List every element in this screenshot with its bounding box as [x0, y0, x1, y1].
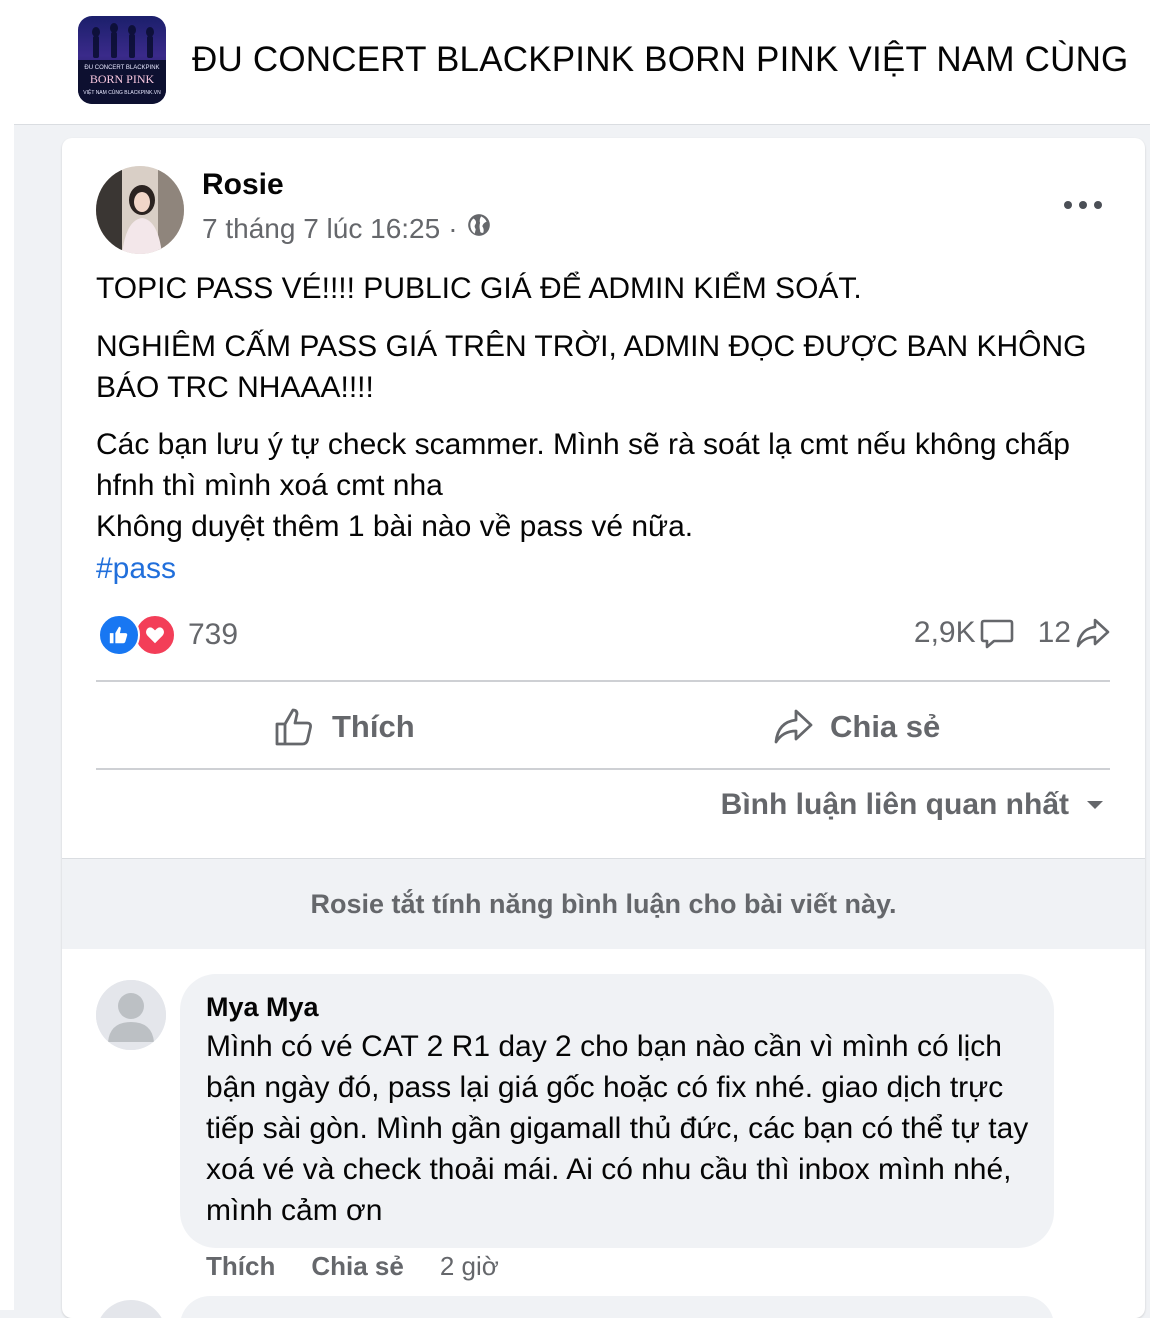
thumb-line-3: VIỆT NAM CÙNG BLACKPINK.VN [83, 88, 161, 96]
like-button-label: Thích [332, 709, 415, 744]
comment-text: Mình có vé CAT 2 R1 day 2 cho bạn nào cầ… [206, 1030, 1029, 1227]
page-left-margin [0, 0, 14, 1310]
post-paragraph-3-line-1: Các bạn lưu ý tự check scammer. Mình sẽ … [96, 428, 1070, 502]
like-button[interactable]: Thích [274, 698, 415, 756]
post-card: Rosie 7 tháng 7 lúc 16:25 · TOPIC PASS V… [62, 138, 1145, 1318]
thumbs-up-icon [275, 708, 312, 746]
next-commenter-avatar[interactable] [96, 1300, 166, 1318]
post-timestamp[interactable]: 7 tháng 7 lúc 16:25 [202, 213, 440, 245]
divider-bottom [96, 768, 1110, 770]
comment-like-button[interactable]: Thích [206, 1251, 275, 1282]
thumb-line-1: ĐU CONCERT BLACKPINK [84, 65, 159, 71]
comment-time[interactable]: 2 giờ [440, 1251, 499, 1282]
comment-count[interactable]: 2,9K [914, 616, 1014, 650]
commenter-avatar[interactable] [96, 980, 166, 1050]
comments-disabled-notice: Rosie tắt tính năng bình luận cho bài vi… [62, 858, 1145, 949]
share-count-value: 12 [1037, 616, 1071, 649]
love-reaction-icon [134, 614, 176, 656]
post-meta: 7 tháng 7 lúc 16:25 · [202, 212, 492, 245]
post-paragraph-3: Các bạn lưu ý tự check scammer. Mình sẽ … [96, 424, 1106, 547]
reactions-summary[interactable]: 739 [98, 614, 238, 656]
comment-sort-label: Bình luận liên quan nhất [720, 788, 1069, 821]
more-options-button[interactable] [1061, 190, 1105, 220]
share-button[interactable]: Chia sẻ [772, 698, 940, 756]
author-avatar-photo [96, 166, 184, 254]
comment-share-button[interactable]: Chia sẻ [311, 1251, 404, 1282]
comment-author-name[interactable]: Mya Mya [206, 992, 319, 1023]
caret-down-icon [1087, 801, 1103, 809]
group-title[interactable]: ĐU CONCERT BLACKPINK BORN PINK VIỆT NAM … [192, 40, 1128, 80]
share-arrow-icon [774, 709, 813, 744]
comment-icon [980, 619, 1013, 649]
reaction-count: 739 [188, 618, 239, 651]
globe-icon[interactable] [466, 212, 492, 245]
post-paragraph-1: TOPIC PASS VÉ!!!! PUBLIC GIÁ ĐỂ ADMIN KI… [96, 272, 862, 305]
share-count[interactable]: 12 [1038, 616, 1111, 650]
engagement-stats: 2,9K 12 [914, 616, 1111, 650]
comment-sort-dropdown[interactable]: Bình luận liên quan nhất [721, 788, 1105, 822]
thumb-line-2: BORN PINK [90, 72, 155, 86]
default-user-icon [96, 980, 166, 1050]
next-comment-bubble [180, 1296, 1054, 1318]
comment-count-value: 2,9K [913, 616, 976, 649]
author-avatar[interactable] [96, 166, 184, 254]
group-thumbnail[interactable]: ĐU CONCERT BLACKPINK BORN PINK VIỆT NAM … [78, 16, 166, 104]
comment-bubble: Mya Mya Mình có vé CAT 2 R1 day 2 cho bạ… [180, 974, 1054, 1248]
post-author-name[interactable]: Rosie [202, 168, 284, 202]
divider-top [96, 680, 1110, 682]
share-button-label: Chia sẻ [830, 709, 941, 744]
group-thumbnail-art: ĐU CONCERT BLACKPINK BORN PINK VIỆT NAM … [78, 23, 166, 104]
hashtag-link[interactable]: #pass [96, 548, 176, 589]
comment-actions: Thích Chia sẻ 2 giờ [206, 1251, 499, 1282]
group-header: ĐU CONCERT BLACKPINK BORN PINK VIỆT NAM … [14, 0, 1150, 125]
post-paragraph-3-line-2: Không duyệt thêm 1 bài nào về pass vé nữ… [96, 510, 694, 543]
meta-separator: · [448, 212, 458, 244]
more-icon [1064, 201, 1102, 209]
post-paragraph-2: NGHIÊM CẤM PASS GIÁ TRÊN TRỜI, ADMIN ĐỌC… [96, 330, 1087, 404]
like-reaction-icon [98, 614, 140, 656]
share-icon [1076, 618, 1110, 648]
